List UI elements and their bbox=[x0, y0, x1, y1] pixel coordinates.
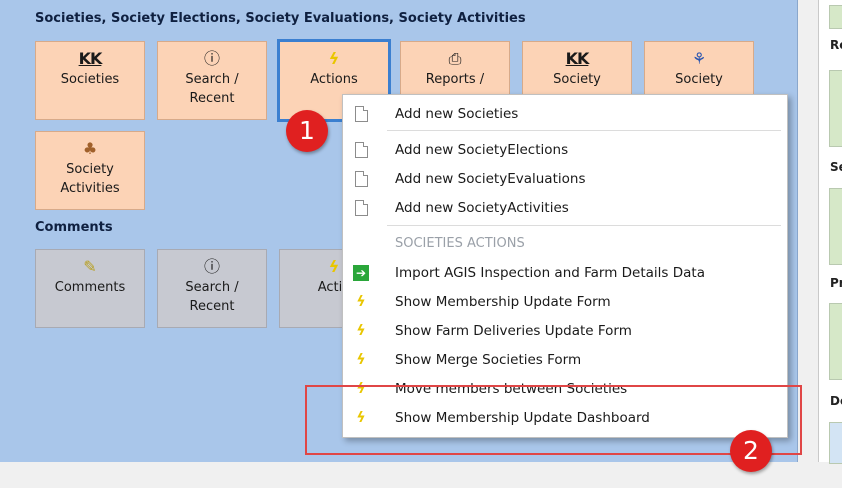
annotation-badge-2: 2 bbox=[730, 430, 772, 472]
menu-item-membership-update-form[interactable]: ϟ Show Membership Update Form bbox=[343, 288, 787, 316]
lightning-icon: ϟ bbox=[356, 352, 366, 368]
people-icon: ⚘ bbox=[691, 49, 707, 68]
annotation-highlight-box bbox=[305, 385, 802, 455]
right-panel-label: Re bbox=[830, 38, 842, 52]
tile-label: Society bbox=[553, 72, 601, 87]
tile-label: Societies bbox=[60, 72, 120, 87]
right-panel-block bbox=[829, 188, 842, 265]
lightning-icon: ϟ bbox=[328, 49, 340, 68]
section-title-societies: Societies, Society Elections, Society Ev… bbox=[35, 11, 526, 26]
document-icon bbox=[353, 170, 369, 188]
tile-label: Comments bbox=[54, 280, 126, 295]
tile-search-recent[interactable]: ⓘ Search / Recent bbox=[157, 41, 267, 120]
lightning-icon: ϟ bbox=[356, 294, 366, 310]
right-panel-block bbox=[829, 422, 842, 464]
tile-society-activities[interactable]: ♣ Society Activities bbox=[35, 131, 145, 210]
right-panel-block bbox=[829, 70, 842, 147]
tile-societies[interactable]: KK Societies bbox=[35, 41, 145, 120]
info-icon: ⓘ bbox=[203, 49, 220, 68]
right-panel-label: Se bbox=[830, 160, 842, 174]
menu-item-import-agis[interactable]: ➔ Import AGIS Inspection and Farm Detail… bbox=[343, 259, 787, 287]
menu-separator bbox=[387, 130, 781, 131]
menu-header-societies-actions: SOCIETIES ACTIONS bbox=[395, 236, 525, 251]
group-icon: ♣ bbox=[82, 139, 98, 158]
document-icon bbox=[353, 105, 369, 123]
tile-comments[interactable]: ✎ Comments bbox=[35, 249, 145, 328]
kk-icon: KK bbox=[78, 49, 103, 68]
right-panel-block bbox=[829, 5, 842, 29]
menu-item-add-society-evaluations[interactable]: Add new SocietyEvaluations bbox=[343, 165, 787, 193]
menu-item-add-society-activities[interactable]: Add new SocietyActivities bbox=[343, 194, 787, 222]
section-title-comments: Comments bbox=[35, 220, 113, 235]
tile-label: Society bbox=[675, 72, 723, 87]
tile-label: Reports / bbox=[425, 72, 485, 87]
annotation-badge-1: 1 bbox=[286, 110, 328, 152]
comment-icon: ✎ bbox=[83, 257, 97, 276]
tile-label: Actions bbox=[310, 72, 358, 87]
tile-label: Search / Recent bbox=[185, 72, 239, 106]
menu-item-add-society-elections[interactable]: Add new SocietyElections bbox=[343, 136, 787, 164]
tile-label: Search / Recent bbox=[185, 280, 239, 314]
lightning-icon: ϟ bbox=[356, 323, 366, 339]
document-icon bbox=[353, 199, 369, 217]
menu-item-farm-deliveries-form[interactable]: ϟ Show Farm Deliveries Update Form bbox=[343, 317, 787, 345]
document-icon bbox=[353, 141, 369, 159]
menu-separator bbox=[387, 225, 781, 226]
tile-label: Society Activities bbox=[60, 162, 120, 196]
right-panel: Re Se Pr De bbox=[818, 0, 842, 464]
right-panel-label: Pr bbox=[830, 276, 842, 290]
menu-item-merge-societies-form[interactable]: ϟ Show Merge Societies Form bbox=[343, 346, 787, 374]
kk-icon: KK bbox=[565, 49, 590, 68]
menu-item-add-societies[interactable]: Add new Societies bbox=[343, 100, 787, 128]
info-icon: ⓘ bbox=[203, 257, 220, 276]
right-panel-label: De bbox=[830, 394, 842, 408]
right-panel-block bbox=[829, 303, 842, 380]
tile-comments-search[interactable]: ⓘ Search / Recent bbox=[157, 249, 267, 328]
import-arrow-icon: ➔ bbox=[353, 264, 369, 282]
printer-icon: ⎙ bbox=[448, 49, 462, 68]
